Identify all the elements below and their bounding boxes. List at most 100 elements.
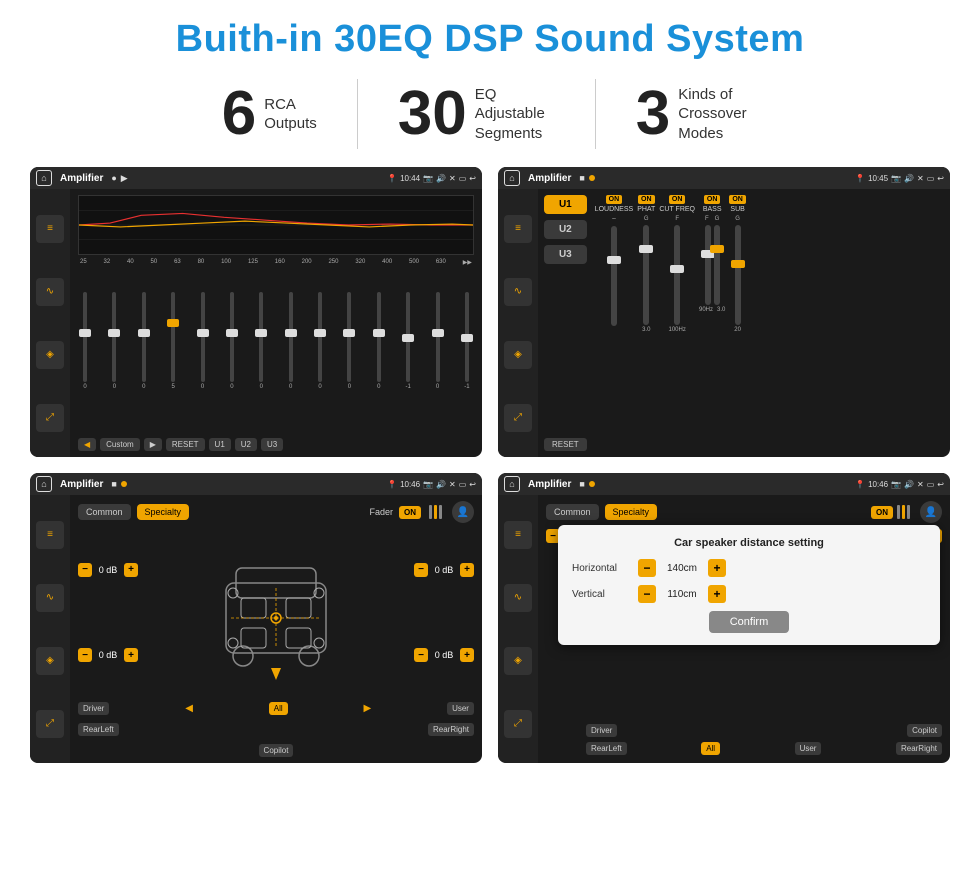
- fader-on-btn[interactable]: ON: [399, 506, 421, 519]
- home-icon-2[interactable]: ⌂: [504, 170, 520, 186]
- u-sidebar-btn-spk[interactable]: ◈: [504, 341, 532, 369]
- home-icon-1[interactable]: ⌂: [36, 170, 52, 186]
- eq-sidebar-btn-speaker[interactable]: ◈: [36, 341, 64, 369]
- eq-slider-col-3[interactable]: 5: [166, 292, 180, 390]
- u-slider-sub[interactable]: [735, 225, 741, 325]
- eq-u1-btn[interactable]: U1: [209, 438, 231, 451]
- eq-u3-btn[interactable]: U3: [261, 438, 283, 451]
- fader-minus-tl[interactable]: −: [78, 563, 92, 577]
- eq-u2-btn[interactable]: U2: [235, 438, 257, 451]
- fader-arr-left[interactable]: ◀: [185, 703, 193, 714]
- u-preset-u2[interactable]: U2: [544, 220, 587, 239]
- home-icon-3[interactable]: ⌂: [36, 476, 52, 492]
- dialog-rearright-btn[interactable]: RearRight: [896, 742, 942, 755]
- home-icon-4[interactable]: ⌂: [504, 476, 520, 492]
- dialog-sidebar-btn-exp[interactable]: ⤢: [504, 710, 532, 738]
- u-reset-btn[interactable]: RESET: [544, 438, 587, 451]
- dialog-driver-btn[interactable]: Driver: [586, 724, 617, 737]
- fader-tab-common[interactable]: Common: [78, 504, 131, 520]
- fader-copilot-btn[interactable]: Copilot: [259, 744, 294, 757]
- u-on-phat[interactable]: ON: [638, 195, 655, 204]
- stat-label-crossover: Kinds ofCrossover Modes: [678, 85, 758, 144]
- u-on-bass[interactable]: ON: [704, 195, 721, 204]
- fader-user-btn[interactable]: User: [447, 702, 474, 715]
- dialog-sidebar-btn-eq[interactable]: ≡: [504, 521, 532, 549]
- confirm-button[interactable]: Confirm: [709, 611, 789, 633]
- eq-slider-col-11[interactable]: -1: [401, 292, 415, 390]
- u-bass-dual-sliders: [705, 225, 720, 305]
- eq-slider-col-13[interactable]: -1: [460, 292, 474, 390]
- eq-slider-col-9[interactable]: 0: [342, 292, 356, 390]
- fader-sidebar-btn-exp[interactable]: ⤢: [36, 710, 64, 738]
- fader-arr-right[interactable]: ▶: [364, 703, 372, 714]
- dialog-tab-specialty[interactable]: Specialty: [605, 504, 658, 520]
- fader-driver-btn[interactable]: Driver: [78, 702, 109, 715]
- u-on-cutfreq[interactable]: ON: [669, 195, 686, 204]
- u-slider-bass-g[interactable]: [714, 225, 720, 305]
- eq-slider-col-6[interactable]: 0: [254, 292, 268, 390]
- dialog-horizontal-minus[interactable]: −: [638, 559, 656, 577]
- dialog-main: Common Specialty ON 👤: [538, 495, 950, 763]
- fader-profile-icon[interactable]: 👤: [452, 501, 474, 523]
- eq-slider-col-12[interactable]: 0: [431, 292, 445, 390]
- dialog-tab-common[interactable]: Common: [546, 504, 599, 520]
- u-slider-phat[interactable]: [643, 225, 649, 325]
- dialog-all-btn[interactable]: All: [701, 742, 720, 755]
- eq-slider-col-0[interactable]: 0: [78, 292, 92, 390]
- u-on-sub[interactable]: ON: [729, 195, 746, 204]
- fader-db-bottomleft: − 0 dB +: [78, 648, 138, 662]
- fader-minus-tr[interactable]: −: [414, 563, 428, 577]
- back-icon-1[interactable]: ↩: [469, 174, 476, 183]
- fader-plus-br[interactable]: +: [460, 648, 474, 662]
- eq-next-btn[interactable]: ▶: [144, 438, 162, 451]
- dialog-vertical-plus[interactable]: +: [708, 585, 726, 603]
- back-icon-4[interactable]: ↩: [937, 480, 944, 489]
- fader-plus-tl[interactable]: +: [124, 563, 138, 577]
- eq-slider-col-5[interactable]: 0: [225, 292, 239, 390]
- eq-sidebar-btn-waveform[interactable]: ∿: [36, 278, 64, 306]
- eq-slider-col-4[interactable]: 0: [196, 292, 210, 390]
- dialog-user-btn[interactable]: User: [795, 742, 822, 755]
- u-sidebar-btn-wave[interactable]: ∿: [504, 278, 532, 306]
- dialog-rearleft-btn[interactable]: RearLeft: [586, 742, 627, 755]
- fader-plus-bl[interactable]: +: [124, 648, 138, 662]
- fader-rearleft-btn[interactable]: RearLeft: [78, 723, 119, 736]
- dialog-vertical-minus[interactable]: −: [638, 585, 656, 603]
- fader-tab-specialty[interactable]: Specialty: [137, 504, 190, 520]
- eq-reset-btn[interactable]: RESET: [166, 438, 205, 451]
- u-sidebar-btn-eq[interactable]: ≡: [504, 215, 532, 243]
- u-slider-cutfreq[interactable]: [674, 225, 680, 325]
- fader-val-br: 0 dB: [430, 650, 458, 660]
- u-preset-u1[interactable]: U1: [544, 195, 587, 214]
- fader-sidebar-btn-spk[interactable]: ◈: [36, 647, 64, 675]
- fader-rearright-btn[interactable]: RearRight: [428, 723, 474, 736]
- u-slider-loudness[interactable]: [611, 226, 617, 326]
- eq-slider-col-7[interactable]: 0: [284, 292, 298, 390]
- eq-slider-col-8[interactable]: 0: [313, 292, 327, 390]
- dialog-copilot-btn[interactable]: Copilot: [907, 724, 942, 737]
- dialog-horizontal-plus[interactable]: +: [708, 559, 726, 577]
- eq-prev-btn[interactable]: ◀: [78, 438, 96, 451]
- dialog-sidebar-btn-spk[interactable]: ◈: [504, 647, 532, 675]
- back-icon-2[interactable]: ↩: [937, 174, 944, 183]
- eq-slider-col-10[interactable]: 0: [372, 292, 386, 390]
- fader-minus-bl[interactable]: −: [78, 648, 92, 662]
- fader-sidebar-btn-wave[interactable]: ∿: [36, 584, 64, 612]
- eq-slider-col-1[interactable]: 0: [107, 292, 121, 390]
- dialog-sidebar-btn-wave[interactable]: ∿: [504, 584, 532, 612]
- eq-sidebar-btn-expand[interactable]: ⤢: [36, 404, 64, 432]
- dialog-profile-icon[interactable]: 👤: [920, 501, 942, 523]
- eq-sidebar-btn-equalizer[interactable]: ≡: [36, 215, 64, 243]
- fader-minus-br[interactable]: −: [414, 648, 428, 662]
- fader-all-btn[interactable]: All: [269, 702, 288, 715]
- fader-plus-tr[interactable]: +: [460, 563, 474, 577]
- fader-sidebar-btn-eq[interactable]: ≡: [36, 521, 64, 549]
- dialog-on-btn[interactable]: ON: [871, 506, 893, 519]
- u-preset-u3[interactable]: U3: [544, 245, 587, 264]
- back-icon-3[interactable]: ↩: [469, 480, 476, 489]
- u-sidebar-btn-exp[interactable]: ⤢: [504, 404, 532, 432]
- eq-slider-col-2[interactable]: 0: [137, 292, 151, 390]
- u-on-loudness[interactable]: ON: [606, 195, 623, 204]
- u-slider-bass-f[interactable]: [705, 225, 711, 305]
- fader-sliders-mini: [429, 505, 442, 519]
